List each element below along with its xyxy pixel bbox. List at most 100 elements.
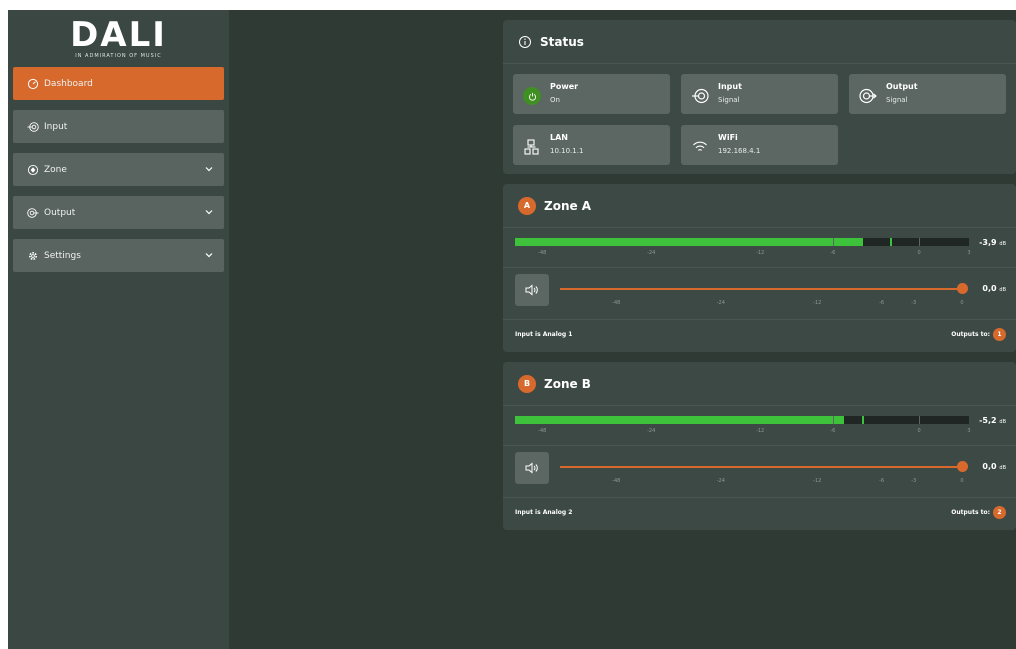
level-meter: -3,9 dB -48 -24 -12 -6 0 3	[503, 228, 1016, 268]
status-title: Status	[540, 34, 584, 49]
outputs-label: Outputs to:	[951, 331, 990, 338]
sidebar-item-label: Settings	[44, 250, 81, 261]
power-icon	[523, 87, 541, 105]
meter-divider	[832, 238, 834, 246]
level-meter-peak	[861, 416, 864, 424]
zone-footer: Input is Analog 2 Outputs to: 2	[503, 498, 1016, 530]
gear-icon	[27, 250, 39, 262]
app-frame: DALI IN ADMIRATION OF MUSIC Dashboard In…	[8, 10, 1016, 649]
meter-readout: -5,2 dB	[979, 416, 1006, 425]
main-content: Status Power On Input Signal Output Sign…	[503, 20, 1016, 540]
tile-name: Power	[550, 82, 579, 91]
sidebar-item-output[interactable]: Output	[13, 196, 224, 229]
status-header: Status	[503, 20, 1016, 64]
tile-name: Output	[886, 82, 918, 91]
wifi-icon	[691, 138, 709, 156]
tile-value: 10.10.1.1	[550, 147, 584, 155]
sidebar-item-zone[interactable]: Zone	[13, 153, 224, 186]
meter-db-unit: dB	[999, 419, 1006, 425]
meter-tick-label: -6	[830, 428, 836, 434]
meter-readout: -3,9 dB	[979, 238, 1006, 247]
status-card: Status Power On Input Signal Output Sign…	[503, 20, 1016, 174]
volume-slider-track[interactable]	[560, 288, 962, 290]
level-meter-track	[515, 238, 969, 246]
outputs-label: Outputs to:	[951, 509, 990, 516]
brand-tagline: IN ADMIRATION OF MUSIC	[75, 53, 162, 59]
chevron-down-icon	[205, 210, 213, 215]
speaker-icon	[525, 462, 538, 474]
meter-divider	[919, 238, 921, 246]
zone-outputs: Outputs to: 1	[951, 328, 1006, 341]
status-tile-lan: LAN 10.10.1.1	[513, 125, 670, 165]
meter-tick-label: -12	[756, 250, 765, 256]
meter-db-value: -3,9	[979, 238, 997, 247]
zone-a-card: A Zone A -3,9 dB -48 -24 -12 -6 0 3 0,0 …	[503, 184, 1016, 352]
tile-name: LAN	[550, 133, 568, 142]
sidebar-item-settings[interactable]: Settings	[13, 239, 224, 272]
status-tile-wifi: WiFi 192.168.4.1	[681, 125, 838, 165]
meter-tick-label: -6	[830, 250, 836, 256]
volume-tick-label: -3	[911, 478, 917, 484]
volume-tick-label: -6	[879, 478, 885, 484]
meter-divider	[832, 416, 834, 424]
sidebar-nav: Dashboard Input Zone Output Settings	[13, 67, 224, 282]
meter-ticks: -48 -24 -12 -6 0 3	[515, 428, 971, 436]
zone-title: Zone A	[544, 198, 592, 213]
output-badge[interactable]: 1	[993, 328, 1006, 341]
meter-tick-label: 3	[967, 428, 971, 434]
zone-badge: B	[518, 374, 536, 393]
level-meter: -5,2 dB -48 -24 -12 -6 0 3	[503, 406, 1016, 446]
output-badge[interactable]: 2	[993, 506, 1006, 519]
volume-tick-label: -48	[612, 300, 621, 306]
sidebar-item-label: Input	[44, 121, 68, 132]
volume-slider-handle[interactable]	[956, 461, 968, 472]
mute-button[interactable]	[515, 452, 549, 484]
meter-divider	[919, 416, 921, 424]
info-icon	[518, 35, 532, 49]
volume-tick-label: -12	[813, 478, 822, 484]
mute-button[interactable]	[515, 274, 549, 306]
sidebar-item-dashboard[interactable]: Dashboard	[13, 67, 224, 100]
volume-tick-label: -6	[879, 300, 885, 306]
volume-ticks: -48 -24 -12 -6 -3 0	[560, 300, 964, 308]
meter-tick-label: -48	[538, 250, 547, 256]
sidebar-item-label: Zone	[44, 164, 67, 175]
volume-tick-label: -24	[716, 300, 725, 306]
volume-slider-track[interactable]	[560, 466, 962, 468]
output-icon	[27, 207, 39, 219]
volume-tick-label: -3	[911, 300, 917, 306]
zone-outputs: Outputs to: 2	[951, 506, 1006, 519]
meter-tick-label: 0	[917, 428, 921, 434]
meter-db-value: -5,2	[979, 416, 997, 425]
tile-value: On	[550, 96, 560, 104]
output-icon	[859, 87, 877, 105]
sidebar-item-label: Output	[44, 207, 76, 218]
level-meter-fill	[515, 416, 845, 424]
volume-tick-label: 0	[960, 300, 964, 306]
meter-tick-label: -48	[538, 428, 547, 434]
level-meter-fill	[515, 238, 863, 246]
speaker-icon	[525, 284, 538, 296]
volume-readout: 0,0 dB	[982, 284, 1006, 293]
meter-ticks: -48 -24 -12 -6 0 3	[515, 250, 971, 258]
volume-readout: 0,0 dB	[982, 462, 1006, 471]
volume-db-value: 0,0	[982, 462, 997, 471]
meter-db-unit: dB	[999, 241, 1006, 247]
tile-name: Input	[718, 82, 742, 91]
sidebar: DALI IN ADMIRATION OF MUSIC Dashboard In…	[8, 10, 229, 649]
meter-tick-label: 0	[917, 250, 921, 256]
dali-logo: DALI IN ADMIRATION OF MUSIC	[8, 18, 229, 59]
tile-value: Signal	[718, 96, 740, 104]
volume-control: 0,0 dB -48 -24 -12 -6 -3 0	[503, 268, 1016, 320]
volume-slider-handle[interactable]	[956, 283, 968, 294]
meter-tick-label: -12	[756, 428, 765, 434]
volume-db-unit: dB	[999, 465, 1006, 471]
meter-tick-label: -24	[647, 250, 656, 256]
tile-value: 192.168.4.1	[718, 147, 761, 155]
volume-control: 0,0 dB -48 -24 -12 -6 -3 0	[503, 446, 1016, 498]
zone-header: A Zone A	[503, 184, 1016, 228]
meter-tick-label: 3	[967, 250, 971, 256]
zone-icon	[27, 164, 39, 176]
sidebar-item-input[interactable]: Input	[13, 110, 224, 143]
input-icon	[691, 87, 709, 105]
